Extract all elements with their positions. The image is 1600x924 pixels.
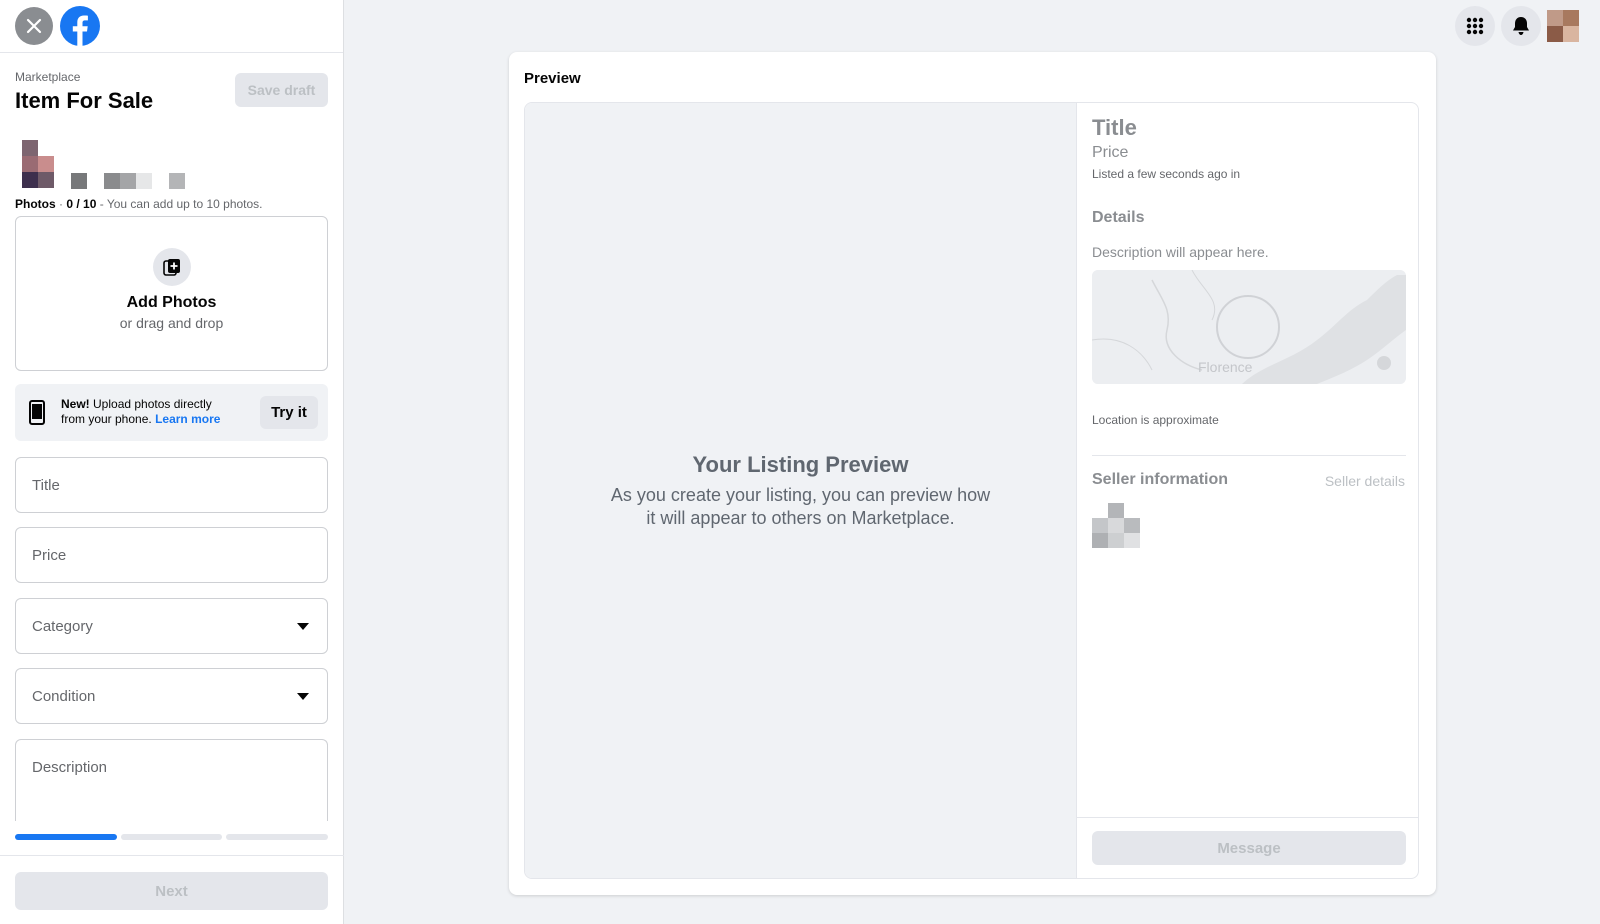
seller-details-link[interactable]: Seller details bbox=[1325, 473, 1405, 489]
phone-upload-promo: New! Upload photos directly from your ph… bbox=[15, 384, 328, 441]
map-city-label: Florence bbox=[1198, 359, 1253, 375]
seller-avatar bbox=[1092, 503, 1141, 549]
add-photos-dropzone[interactable]: Add Photos or drag and drop bbox=[15, 216, 328, 371]
description-textarea[interactable]: Description bbox=[15, 739, 328, 821]
preview-details-heading: Details bbox=[1092, 209, 1145, 226]
preview-details-panel: Title Price Listed a few seconds ago in … bbox=[1076, 103, 1418, 878]
chevron-down-icon bbox=[297, 623, 309, 630]
next-button[interactable]: Next bbox=[15, 872, 328, 910]
grid-menu-icon bbox=[1466, 17, 1484, 35]
facebook-logo-icon[interactable] bbox=[60, 6, 100, 46]
progress-step-1 bbox=[15, 834, 117, 840]
preview-card: Preview Your Listing Preview As you crea… bbox=[509, 52, 1436, 895]
close-button[interactable] bbox=[15, 7, 53, 45]
sidebar-top-bar bbox=[0, 0, 343, 53]
add-photo-icon bbox=[152, 248, 191, 286]
seller-info-heading: Seller information bbox=[1092, 471, 1229, 488]
learn-more-link[interactable]: Learn more bbox=[155, 412, 220, 426]
mobile-phone-icon bbox=[29, 400, 45, 425]
notifications-button[interactable] bbox=[1501, 6, 1541, 46]
photos-count-label: Photos · 0 / 10 - You can add up to 10 p… bbox=[15, 197, 263, 211]
drag-drop-hint: or drag and drop bbox=[119, 315, 224, 331]
price-placeholder: Price bbox=[32, 547, 67, 564]
location-map: Florence bbox=[1092, 270, 1406, 384]
footer-divider bbox=[0, 855, 344, 856]
add-photos-label: Add Photos bbox=[126, 294, 217, 311]
menu-button[interactable] bbox=[1455, 6, 1495, 46]
preview-price: Price bbox=[1092, 144, 1129, 161]
preview-description: Description will appear here. bbox=[1092, 244, 1269, 260]
preview-image-area: Your Listing Preview As you create your … bbox=[525, 103, 1076, 878]
progress-step-2 bbox=[120, 834, 223, 840]
preview-title: Title bbox=[1092, 115, 1137, 140]
category-select[interactable]: Category bbox=[15, 598, 328, 654]
title-input[interactable]: Title bbox=[15, 457, 328, 513]
chevron-down-icon bbox=[297, 693, 309, 700]
condition-select[interactable]: Condition bbox=[15, 668, 328, 724]
listing-preview: Your Listing Preview As you create your … bbox=[524, 102, 1419, 879]
user-avatar bbox=[22, 140, 56, 189]
sidebar-header: Marketplace Item For Sale Save draft bbox=[15, 70, 328, 120]
description-placeholder: Description bbox=[32, 759, 108, 776]
map-graphic: Florence bbox=[1092, 270, 1406, 384]
message-button[interactable]: Message bbox=[1092, 831, 1406, 865]
step-progress-bar bbox=[15, 834, 329, 840]
progress-step-3 bbox=[226, 834, 329, 840]
section-divider bbox=[1092, 455, 1406, 456]
price-input[interactable]: Price bbox=[15, 527, 328, 583]
bell-icon bbox=[1513, 17, 1529, 35]
preview-heading: Preview bbox=[524, 70, 581, 87]
preview-empty-title: Your Listing Preview bbox=[692, 451, 909, 477]
title-placeholder: Title bbox=[32, 477, 60, 494]
category-placeholder: Category bbox=[32, 618, 93, 635]
sidebar: Marketplace Item For Sale Save draft Pho… bbox=[0, 0, 344, 924]
user-name-redacted bbox=[71, 173, 191, 189]
profile-avatar[interactable] bbox=[1547, 10, 1579, 42]
try-it-button[interactable]: Try it bbox=[260, 396, 318, 429]
preview-footer-divider bbox=[1077, 817, 1418, 818]
preview-empty-text: As you create your listing, you can prev… bbox=[610, 484, 991, 528]
close-icon bbox=[26, 18, 42, 34]
preview-listed-time: Listed a few seconds ago in bbox=[1092, 167, 1241, 181]
save-draft-button[interactable]: Save draft bbox=[235, 73, 328, 107]
condition-placeholder: Condition bbox=[32, 688, 96, 705]
location-note: Location is approximate bbox=[1092, 413, 1219, 427]
promo-text: New! Upload photos directly from your ph… bbox=[61, 397, 221, 426]
